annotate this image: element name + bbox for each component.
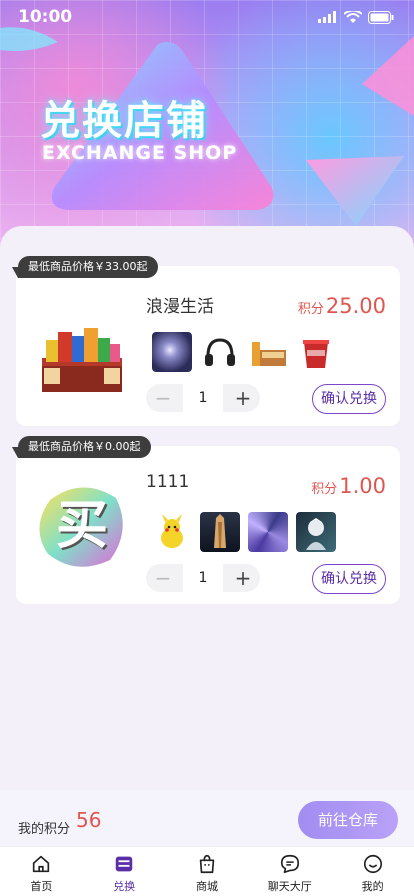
product-name: 浪漫生活 — [146, 297, 214, 317]
tab-label: 我的 — [361, 880, 384, 893]
thumb-headphones[interactable] — [200, 332, 240, 372]
thumb-snack-box[interactable] — [248, 332, 288, 372]
go-to-warehouse-button[interactable]: 前往仓库 — [298, 801, 398, 839]
quantity-value[interactable]: 1 — [183, 384, 223, 412]
confirm-exchange-button[interactable]: 确认兑换 — [312, 384, 386, 414]
wooden-figure-icon — [214, 514, 226, 548]
tab-label: 聊天大厅 — [267, 880, 312, 893]
hero-right-triangle-shape — [306, 156, 404, 226]
product-image-buy-logo[interactable]: 买 — [36, 480, 128, 572]
points-label: 我的积分 — [18, 822, 71, 837]
price-label: 积分 — [311, 482, 338, 497]
tab-label: 商城 — [195, 880, 218, 893]
price-value: 25.00 — [325, 294, 386, 318]
quantity-stepper[interactable]: − 1 + — [146, 384, 260, 412]
decrement-button[interactable]: − — [146, 564, 180, 592]
thumb-pikachu[interactable] — [152, 512, 192, 552]
product-price: 积分 1.00 — [311, 474, 386, 498]
anime-character-icon — [306, 518, 326, 550]
shop-bag-icon — [199, 854, 215, 874]
quantity-stepper[interactable]: − 1 + — [146, 564, 260, 592]
product-card[interactable]: 买 1111 积分 1.00 − 1 + 确认兑换 — [16, 446, 400, 604]
tab-chat-hall[interactable]: 聊天大厅 — [248, 847, 331, 896]
signal-icon — [318, 11, 336, 23]
price-label: 积分 — [297, 302, 324, 317]
hero-corner-shape — [362, 36, 414, 116]
shop-title: 兑换店铺 — [40, 98, 208, 144]
hero-banner: 10:00 兑换店铺 EXCHANGE SHOP — [0, 0, 414, 250]
status-bar: 10:00 — [0, 0, 414, 34]
product-image-gift-basket[interactable] — [36, 314, 128, 406]
price-value: 1.00 — [339, 474, 386, 498]
product-price: 积分 25.00 — [298, 294, 386, 318]
tab-label: 首页 — [30, 880, 53, 893]
chat-icon — [280, 854, 299, 874]
snack-box-icon — [252, 342, 286, 366]
wifi-icon — [344, 10, 362, 23]
quantity-value[interactable]: 1 — [183, 564, 223, 592]
gift-basket-icon — [42, 328, 122, 392]
battery-icon — [368, 10, 394, 24]
buy-logo-char: 买 — [55, 496, 108, 556]
thumb-moon-painting[interactable] — [152, 332, 192, 372]
product-name: 1111 — [146, 472, 190, 492]
headphones-icon — [205, 338, 235, 366]
product-card[interactable]: 浪漫生活 积分 25.00 − 1 + 确认兑换 — [16, 266, 400, 426]
red-tub-icon — [303, 340, 329, 368]
thumb-anime-character[interactable] — [296, 512, 336, 552]
tab-label: 兑换 — [113, 880, 136, 893]
thumb-purple-art[interactable] — [248, 512, 288, 552]
tab-bar: 首页 兑换 商城 聊天大厅 我的 — [0, 846, 414, 896]
min-price-badge: 最低商品价格￥33.00起 — [12, 256, 158, 278]
product-thumbnails — [152, 512, 336, 552]
status-time: 10:00 — [18, 7, 73, 27]
min-price-badge: 最低商品价格￥0.00起 — [12, 436, 151, 458]
points-value: 56 — [76, 808, 102, 832]
decrement-button[interactable]: − — [146, 384, 180, 412]
product-thumbnails — [152, 332, 336, 372]
confirm-exchange-button[interactable]: 确认兑换 — [312, 564, 386, 594]
thumb-red-tub[interactable] — [296, 332, 336, 372]
pikachu-icon — [161, 514, 183, 548]
increment-button[interactable]: + — [226, 564, 260, 592]
tab-shop[interactable]: 商城 — [166, 847, 249, 896]
home-icon — [33, 855, 50, 873]
tab-home[interactable]: 首页 — [0, 847, 83, 896]
shop-subtitle: EXCHANGE SHOP — [42, 142, 238, 164]
exchange-icon — [115, 856, 133, 872]
thumb-wooden-figure[interactable] — [200, 512, 240, 552]
profile-icon — [363, 854, 382, 874]
tab-profile[interactable]: 我的 — [331, 847, 414, 896]
increment-button[interactable]: + — [226, 384, 260, 412]
tab-exchange[interactable]: 兑换 — [83, 847, 166, 896]
